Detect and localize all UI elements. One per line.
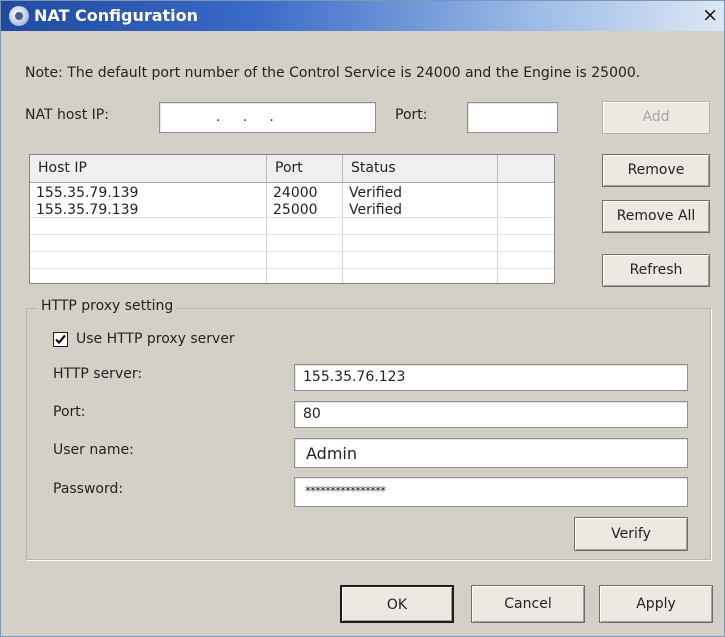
- password-field[interactable]: ****************: [294, 477, 688, 507]
- verify-button[interactable]: Verify: [574, 517, 688, 551]
- column-header-blank: [498, 155, 554, 182]
- window-title: NAT Configuration: [34, 6, 199, 25]
- port-cell: 25000: [273, 202, 318, 218]
- nat-host-ip-field[interactable]: . . .: [159, 102, 376, 133]
- nat-host-list[interactable]: Host IP Port Status 155.35.79.139 24000 …: [29, 154, 555, 284]
- remove-all-button[interactable]: Remove All: [602, 200, 710, 233]
- default-port-note: Note: The default port number of the Con…: [25, 65, 641, 81]
- user-name-value: Admin: [306, 444, 357, 463]
- user-name-field[interactable]: Admin: [294, 438, 688, 468]
- table-row[interactable]: 155.35.79.139 24000 Verified: [30, 185, 554, 202]
- status-cell: Verified: [349, 185, 403, 201]
- checkmark-icon: [55, 334, 66, 345]
- use-proxy-checkbox[interactable]: [53, 332, 68, 347]
- title-bar: NAT Configuration ×: [1, 1, 724, 31]
- refresh-button[interactable]: Refresh: [602, 254, 710, 287]
- apply-button[interactable]: Apply: [599, 585, 713, 623]
- user-name-label: User name:: [53, 442, 134, 458]
- nat-port-label: Port:: [395, 107, 428, 123]
- row-divider: [30, 251, 554, 252]
- password-label: Password:: [53, 481, 124, 497]
- proxy-port-value: 80: [303, 406, 321, 422]
- row-divider: [30, 234, 554, 235]
- column-header-host-ip[interactable]: Host IP: [30, 155, 267, 182]
- http-server-value: 155.35.76.123: [303, 369, 406, 385]
- proxy-port-label: Port:: [53, 404, 86, 420]
- row-divider: [30, 268, 554, 269]
- column-header-port[interactable]: Port: [267, 155, 343, 182]
- add-button[interactable]: Add: [602, 101, 710, 134]
- ip-separator-dots: . . .: [216, 109, 274, 125]
- remove-button[interactable]: Remove: [602, 154, 710, 187]
- proxy-port-field[interactable]: 80: [294, 401, 688, 428]
- use-proxy-label[interactable]: Use HTTP proxy server: [76, 331, 235, 347]
- close-icon[interactable]: ×: [702, 4, 718, 26]
- http-server-field[interactable]: 155.35.76.123: [294, 364, 688, 391]
- http-server-label: HTTP server:: [53, 366, 143, 382]
- nat-host-ip-label: NAT host IP:: [25, 107, 109, 123]
- host-ip-cell: 155.35.79.139: [36, 202, 139, 218]
- http-proxy-group-label: HTTP proxy setting: [37, 298, 178, 314]
- status-cell: Verified: [349, 202, 403, 218]
- port-cell: 24000: [273, 185, 318, 201]
- list-header: Host IP Port Status: [30, 155, 554, 183]
- ok-button[interactable]: OK: [340, 585, 454, 623]
- column-header-status[interactable]: Status: [343, 155, 498, 182]
- host-ip-cell: 155.35.79.139: [36, 185, 139, 201]
- nat-configuration-dialog: NAT Configuration × Note: The default po…: [0, 0, 725, 637]
- nat-port-field[interactable]: [467, 102, 558, 133]
- cancel-button[interactable]: Cancel: [471, 585, 585, 623]
- password-value: ****************: [305, 484, 386, 498]
- table-row[interactable]: 155.35.79.139 25000 Verified: [30, 202, 554, 219]
- globe-network-icon: [9, 6, 29, 26]
